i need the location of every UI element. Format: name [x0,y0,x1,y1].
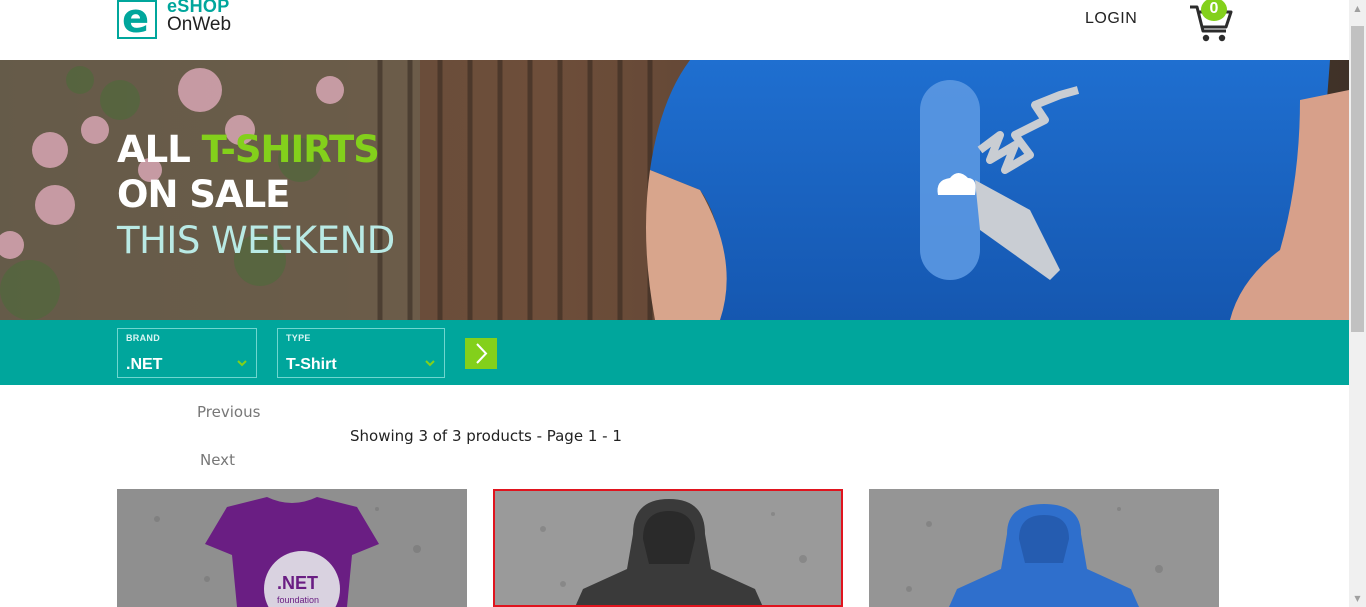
product-card-3[interactable] [869,489,1219,607]
product-image: .NET foundation [117,489,467,607]
filter-bar: BRAND .NET TYPE T-Shirt [0,320,1349,385]
scroll-down-arrow-icon[interactable]: ▼ [1349,590,1366,607]
product-card-1[interactable]: .NET foundation [117,489,467,607]
header: e eSHOP OnWeb LOGIN 0 [0,0,1349,60]
chevron-right-icon [476,343,488,364]
brand-select[interactable]: BRAND .NET [117,328,257,378]
logo-mark: e [117,0,157,42]
type-select-label: TYPE [286,333,311,343]
next-page-link[interactable]: Next [200,451,235,469]
product-image [493,489,843,607]
hero-line-3: THIS WEEKEND [117,219,395,262]
login-link[interactable]: LOGIN [1085,10,1137,28]
product-image [869,489,1219,607]
chevron-down-icon [237,360,247,367]
logo[interactable]: e eSHOP OnWeb [117,0,257,42]
scrollbar-thumb[interactable] [1351,26,1364,332]
type-select-value: T-Shirt [286,356,337,373]
svg-text:foundation: foundation [277,595,319,605]
page: e eSHOP OnWeb LOGIN 0 ALL T-SHIRTS ON SA… [0,0,1349,607]
type-select[interactable]: TYPE T-Shirt [277,328,445,378]
brand-select-label: BRAND [126,333,160,343]
hero-line-2: ON SALE [117,173,290,216]
logo-line2: OnWeb [167,14,232,35]
product-card-2[interactable] [493,489,843,607]
brand-select-value: .NET [126,356,163,373]
hero-banner: ALL T-SHIRTS ON SALE THIS WEEKEND [0,60,1349,320]
previous-page-link[interactable]: Previous [197,403,260,421]
scroll-up-arrow-icon[interactable]: ▲ [1349,0,1366,17]
hero-line-1-prefix: ALL [117,128,202,171]
hero-line-1-accent: T-SHIRTS [201,128,380,171]
apply-filter-button[interactable] [465,338,497,369]
hero-line-1: ALL T-SHIRTS [117,128,380,171]
chevron-down-icon [425,360,435,367]
logo-mark-letter: e [122,0,150,42]
results-summary: Showing 3 of 3 products - Page 1 - 1 [350,427,622,445]
svg-text:.NET: .NET [277,573,318,593]
